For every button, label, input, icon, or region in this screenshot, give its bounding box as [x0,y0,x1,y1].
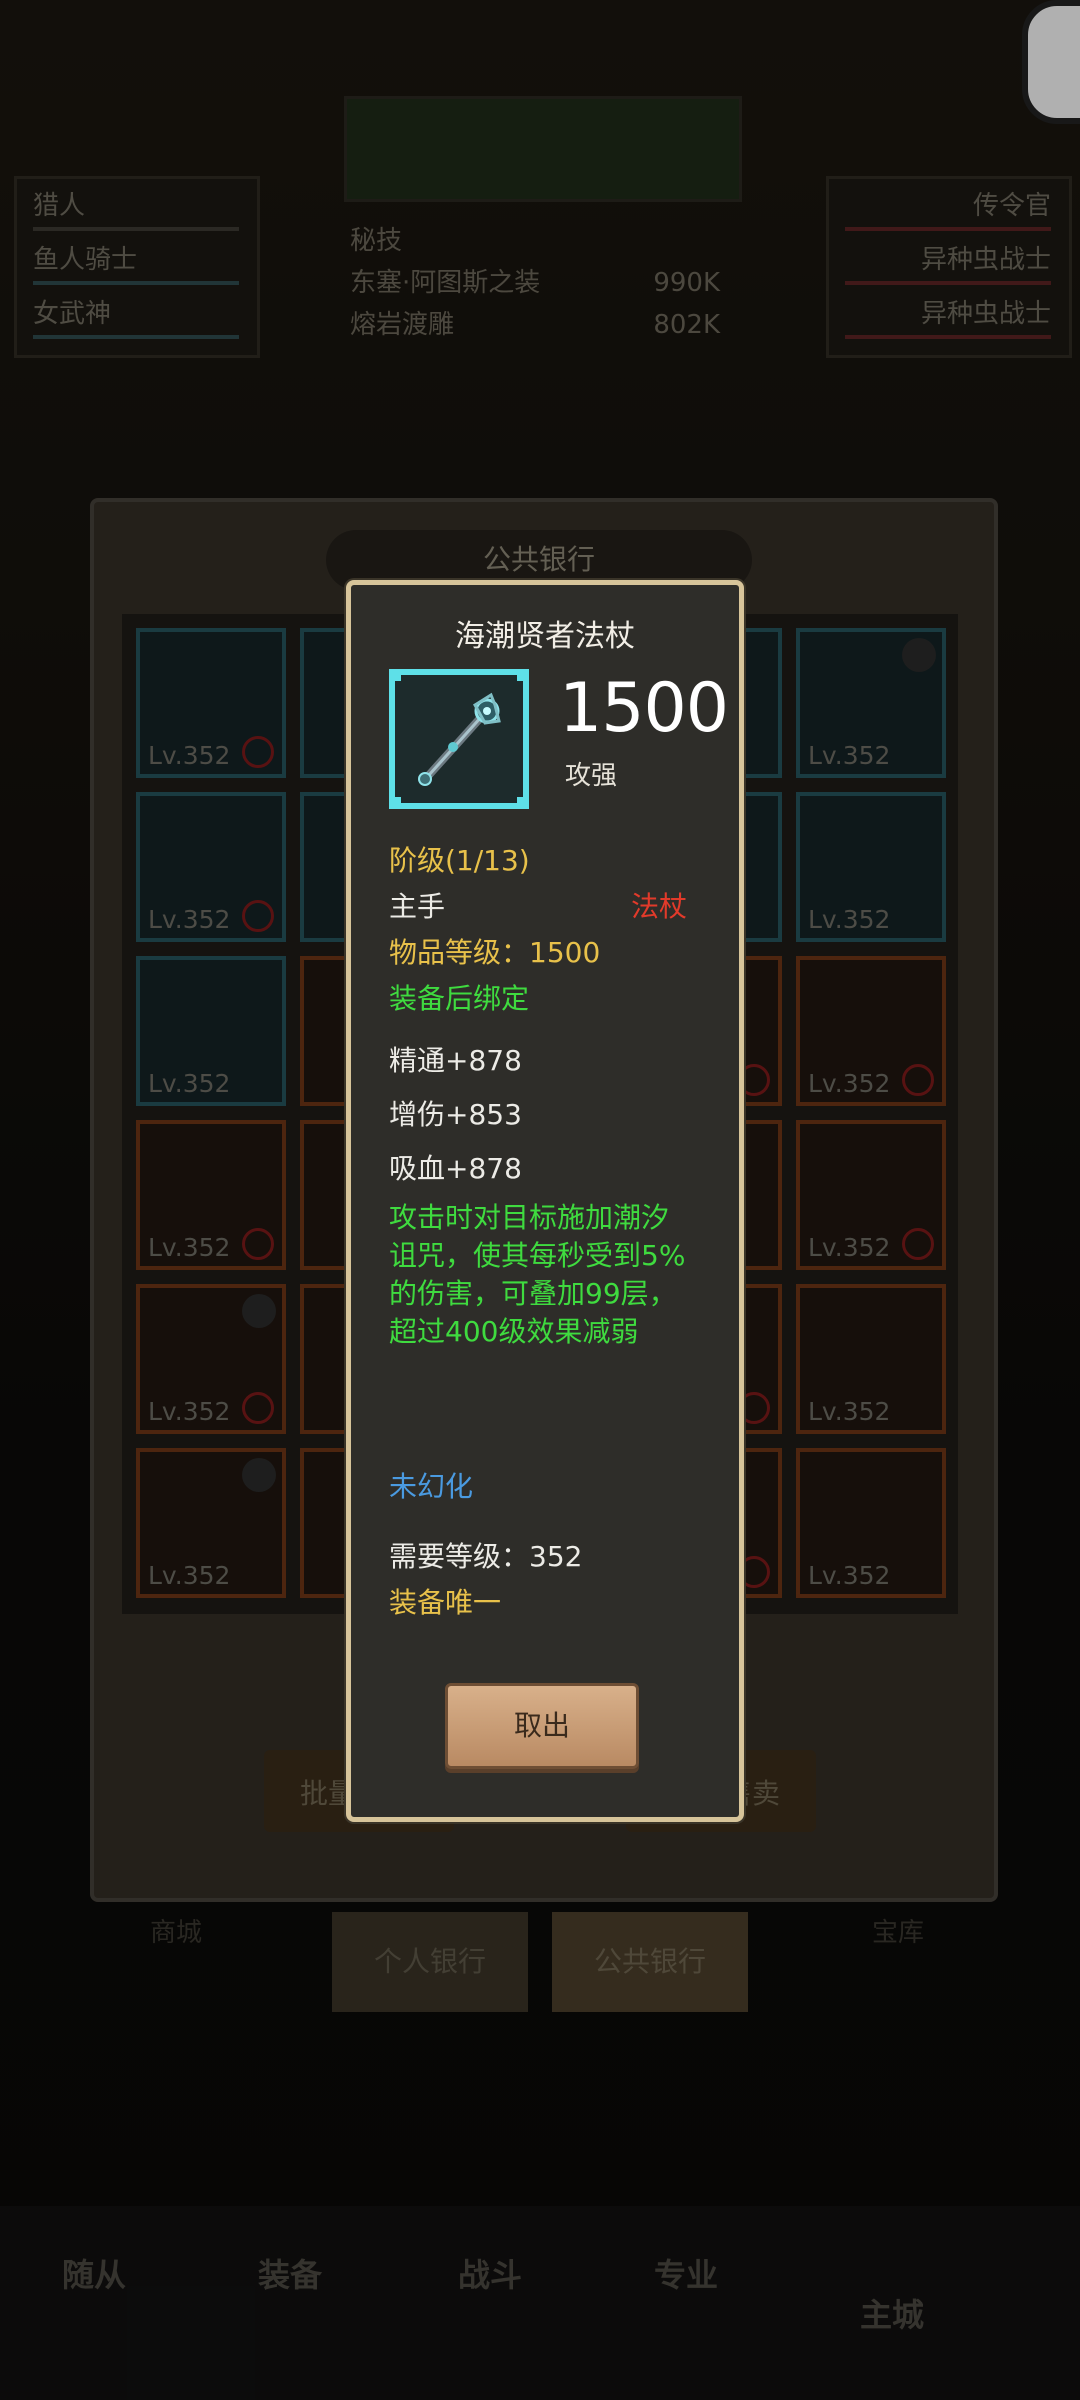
bind-status: 装备后绑定 [389,982,530,1015]
item-tier: 阶级(1/13) [389,844,530,877]
item-name: 海潮贤者法杖 [455,619,635,654]
stat-damage-bonus: 增伤+853 [389,1098,522,1131]
equip-slot: 主手 [389,890,446,923]
item-level: 物品等级：1500 [389,936,601,969]
transmog-status: 未幻化 [389,1470,474,1503]
unique-equip: 装备唯一 [389,1586,502,1619]
take-out-button[interactable]: 取出 [445,1683,639,1769]
attack-power-label: 攻强 [565,761,618,791]
stat-mastery: 精通+878 [389,1044,522,1077]
item-detail-dialog: 海潮贤者法杖 1500 攻强 阶级(1/13) 主手 法杖 物品等级：1500 … [346,580,744,1822]
staff-icon [418,692,501,786]
stat-lifesteal: 吸血+878 [389,1152,522,1185]
attack-power-value: 1500 [559,669,729,748]
item-icon-frame [389,669,529,809]
weapon-type: 法杖 [631,890,688,923]
item-special-effect: 攻击时对目标施加潮汐诅咒，使其每秒受到5%的伤害，可叠加99层，超过400级效果… [389,1201,686,1348]
required-level: 需要等级：352 [389,1540,583,1573]
